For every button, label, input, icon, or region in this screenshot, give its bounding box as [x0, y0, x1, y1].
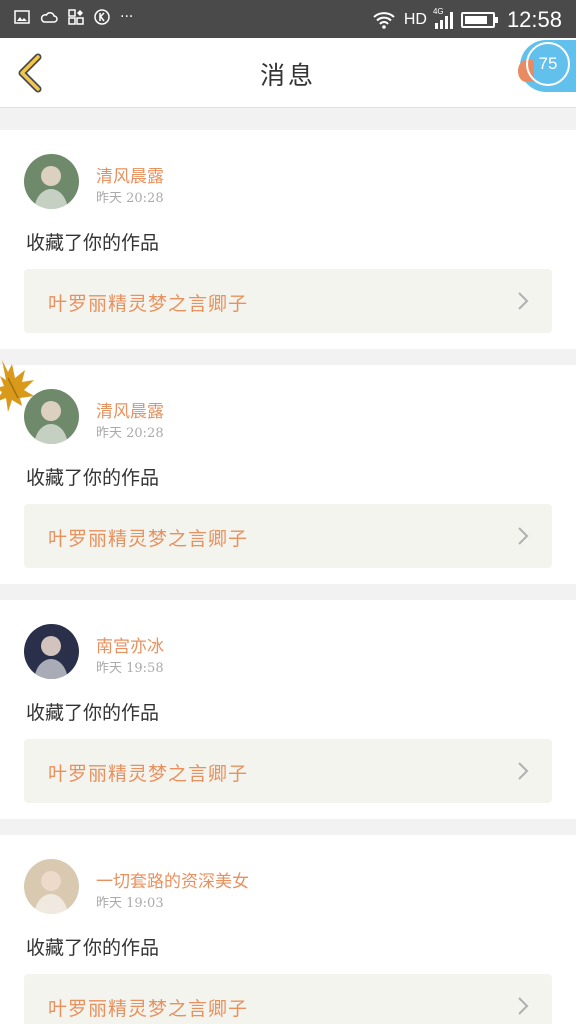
message-text: 收藏了你的作品	[26, 232, 160, 254]
message-time: 昨天 20:28	[96, 426, 164, 441]
message-card[interactable]: 南宫亦冰 昨天 19:58 收藏了你的作品 叶罗丽精灵梦之言卿子	[0, 600, 576, 819]
message-time: 昨天 19:03	[96, 896, 164, 911]
work-title: 叶罗丽精灵梦之言卿子	[48, 528, 249, 550]
message-card[interactable]: 清风晨露 昨天 20:28 收藏了你的作品 叶罗丽精灵梦之言卿子	[0, 365, 576, 584]
network-type: HD	[403, 11, 427, 28]
message-list: 清风晨露 昨天 20:28 收藏了你的作品 叶罗丽精灵梦之言卿子 清风晨露 昨天…	[0, 118, 576, 1024]
k-circle-icon	[94, 9, 110, 25]
work-link[interactable]: 叶罗丽精灵梦之言卿子	[24, 269, 552, 333]
avatar[interactable]	[24, 154, 79, 209]
message-card[interactable]: 一切套路的资深美女 昨天 19:03 收藏了你的作品 叶罗丽精灵梦之言卿子	[0, 835, 576, 1024]
system-status: HD 4G 12:58	[372, 7, 562, 33]
user-name[interactable]: 南宫亦冰	[96, 632, 164, 657]
avatar[interactable]	[24, 859, 79, 914]
page-title: 消息	[259, 61, 316, 90]
chevron-right-icon	[518, 527, 529, 545]
message-time: 昨天 20:28	[96, 191, 164, 206]
work-title: 叶罗丽精灵梦之言卿子	[48, 998, 249, 1020]
work-title: 叶罗丽精灵梦之言卿子	[48, 763, 249, 785]
battery-icon	[460, 12, 498, 28]
user-name[interactable]: 清风晨露	[96, 397, 164, 422]
user-name[interactable]: 清风晨露	[96, 162, 164, 187]
floating-badge-count[interactable]: 75	[526, 42, 570, 86]
message-text: 收藏了你的作品	[26, 702, 160, 724]
work-link[interactable]: 叶罗丽精灵梦之言卿子	[24, 974, 552, 1024]
chevron-right-icon	[518, 292, 529, 310]
chevron-right-icon	[518, 762, 529, 780]
message-card[interactable]: 清风晨露 昨天 20:28 收藏了你的作品 叶罗丽精灵梦之言卿子	[0, 130, 576, 349]
message-text: 收藏了你的作品	[26, 937, 160, 959]
avatar[interactable]	[24, 624, 79, 679]
notification-icons: ···	[14, 9, 133, 25]
status-bar: ··· HD 4G 12:58	[0, 0, 576, 38]
clock: 12:58	[506, 7, 562, 32]
wifi-icon	[373, 12, 395, 29]
maple-leaf-icon	[0, 360, 34, 412]
signal-label: 4G	[432, 7, 444, 16]
cloud-icon	[40, 12, 58, 23]
user-name[interactable]: 一切套路的资深美女	[96, 867, 249, 892]
work-link[interactable]: 叶罗丽精灵梦之言卿子	[24, 739, 552, 803]
header: 消息	[0, 38, 576, 108]
apps-icon	[68, 9, 84, 25]
work-link[interactable]: 叶罗丽精灵梦之言卿子	[24, 504, 552, 568]
work-title: 叶罗丽精灵梦之言卿子	[48, 293, 249, 315]
message-time: 昨天 19:58	[96, 661, 164, 676]
signal-icon: 4G	[433, 7, 453, 29]
image-icon	[14, 10, 30, 24]
battery-fill	[464, 16, 488, 24]
message-text: 收藏了你的作品	[26, 467, 160, 489]
chevron-right-icon	[518, 997, 529, 1015]
more-icon: ···	[120, 9, 134, 25]
